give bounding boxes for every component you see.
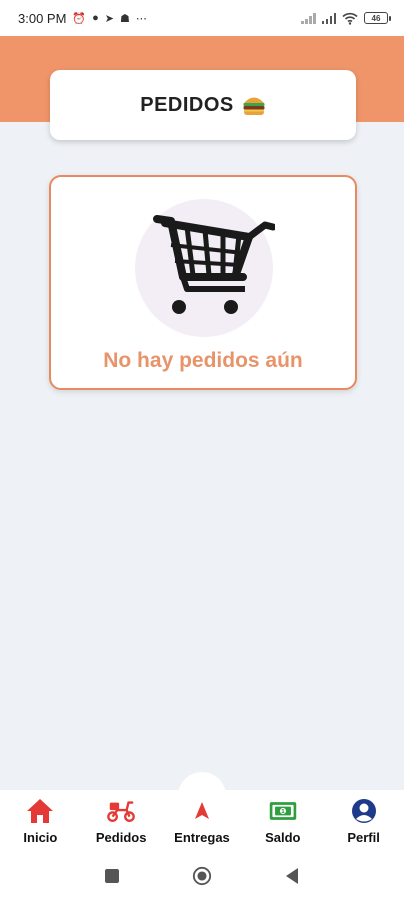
nav-item-inicio[interactable]: Inicio <box>2 796 78 845</box>
system-navigation-bar <box>0 852 404 900</box>
title-card: PEDIDOS <box>50 70 356 140</box>
status-time: 3:00 PM <box>18 10 67 26</box>
svg-text:1: 1 <box>281 809 285 815</box>
incognito-icon: ☗ <box>120 12 130 25</box>
alarm-icon: ⏰ <box>72 12 87 25</box>
empty-state-message: No hay pedidos aún <box>103 349 303 372</box>
status-left: 3:00 PM ⏰ ● ➤ ☗ ⋯ <box>18 11 147 26</box>
wifi-icon <box>342 12 358 25</box>
home-button[interactable] <box>192 866 212 886</box>
nav-label-perfil: Perfil <box>347 830 380 845</box>
nav-label-entregas: Entregas <box>174 830 230 845</box>
circle-icon <box>192 866 212 886</box>
recent-apps-button[interactable] <box>102 866 122 886</box>
status-bar: 3:00 PM ⏰ ● ➤ ☗ ⋯ 46 <box>0 0 404 36</box>
money-icon: 1 <box>268 796 298 826</box>
nav-item-saldo[interactable]: 1 Saldo <box>245 796 321 845</box>
empty-state-card: No hay pedidos aún <box>49 175 357 390</box>
more-notifications-icon: ⋯ <box>135 12 147 25</box>
nav-item-entregas[interactable]: Entregas <box>164 796 240 845</box>
shopping-cart-icon <box>153 215 275 314</box>
page-title: PEDIDOS <box>140 93 234 116</box>
status-right: 46 <box>301 12 391 25</box>
back-button[interactable] <box>282 866 302 886</box>
navigation-arrow-icon <box>187 796 217 826</box>
back-triangle-icon <box>286 868 298 884</box>
chat-icon: ● <box>92 12 99 24</box>
nav-item-perfil[interactable]: Perfil <box>326 796 402 845</box>
battery-level: 46 <box>371 13 381 23</box>
burger-icon <box>243 97 265 115</box>
bottom-navigation: Inicio Pedidos Entregas 1 Saldo Perfil <box>0 790 404 852</box>
nav-label-saldo: Saldo <box>265 830 301 845</box>
telegram-icon: ➤ <box>104 12 114 25</box>
user-icon <box>349 796 379 826</box>
square-icon <box>105 869 119 883</box>
nav-item-pedidos[interactable]: Pedidos <box>83 796 159 845</box>
battery-icon: 46 <box>364 12 391 24</box>
nav-label-pedidos: Pedidos <box>95 830 147 845</box>
home-icon <box>25 796 55 826</box>
signal-icon-2 <box>321 12 336 24</box>
nav-label-inicio: Inicio <box>23 830 58 845</box>
signal-icon-1 <box>301 12 316 24</box>
scooter-icon <box>106 796 136 826</box>
